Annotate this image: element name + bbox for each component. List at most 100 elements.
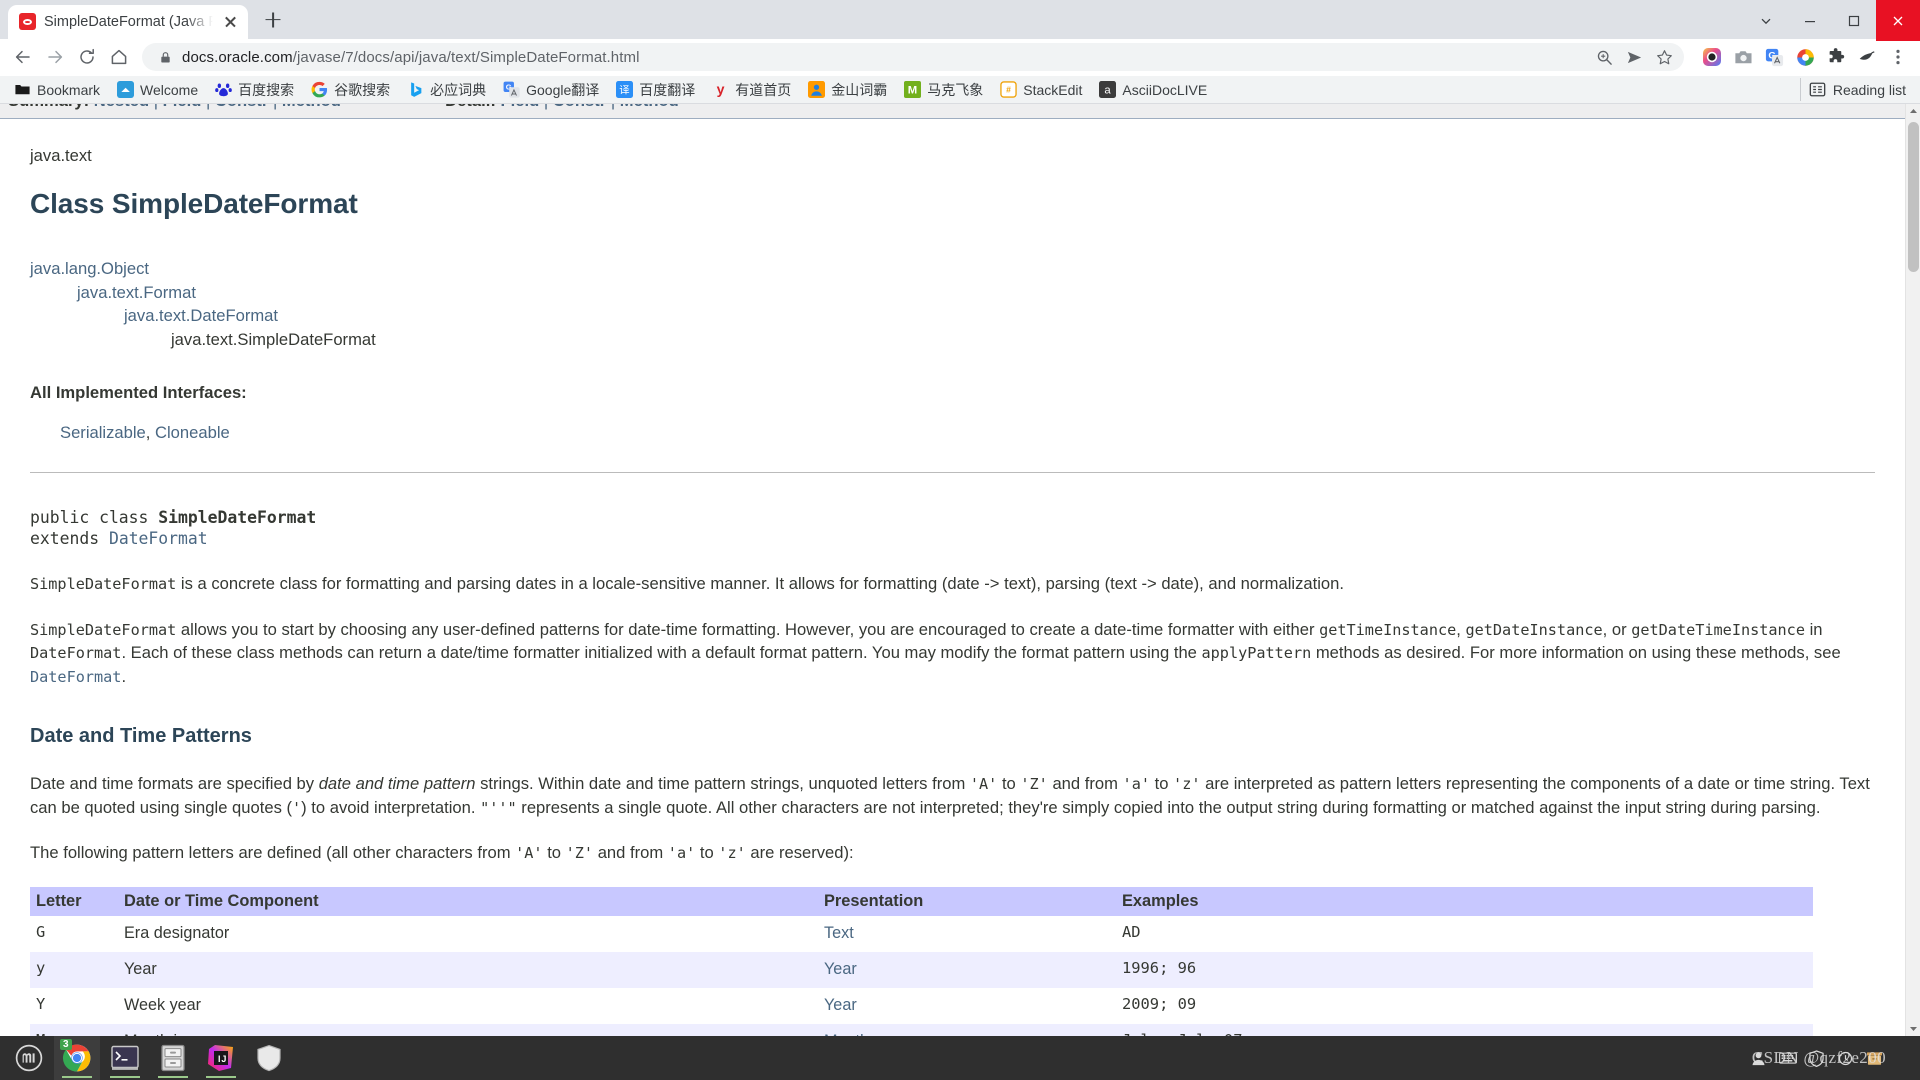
bookmark-bing-dict[interactable]: 必应词典 — [399, 77, 494, 103]
hierarchy-dateformat-link[interactable]: java.text.DateFormat — [124, 306, 278, 325]
page-scrollbar[interactable] — [1905, 104, 1920, 1036]
tab-search-chevron-down-icon[interactable] — [1744, 0, 1788, 41]
system-tray — [1750, 1049, 1914, 1067]
linux-mint-menu-icon[interactable] — [6, 1036, 52, 1080]
p3-code-z: 'z' — [1173, 774, 1201, 793]
scroll-down-arrow-icon[interactable] — [1906, 1021, 1920, 1036]
description-paragraph-1: SimpleDateFormat is a concrete class for… — [30, 572, 1875, 596]
bookmark-label: AsciiDocLIVE — [1122, 81, 1208, 98]
tab-close-icon[interactable] — [221, 12, 240, 31]
bookmark-google-search[interactable]: 谷歌搜索 — [303, 77, 398, 103]
scrollbar-thumb[interactable] — [1908, 122, 1919, 273]
bookmark-label: Google翻译 — [526, 81, 600, 98]
summary-field-link[interactable]: Field — [163, 104, 202, 110]
detail-constr-link[interactable]: Constr — [553, 104, 606, 110]
bookmark-baidu-translate[interactable]: 译 百度翻译 — [608, 77, 703, 103]
bookmark-asciidoclive[interactable]: a AsciiDocLIVE — [1091, 78, 1215, 101]
taskbar-item-intellij[interactable]: I J — [198, 1036, 244, 1080]
detail-method-link[interactable]: Method — [620, 104, 679, 110]
p2-text-5: . Each of these class methods can return… — [121, 643, 1202, 663]
p3-emphasis: date and time pattern — [318, 773, 476, 793]
user-icon[interactable] — [1750, 1049, 1768, 1067]
bookmark-google-translate[interactable]: G Google翻译 — [495, 77, 607, 103]
update-icon[interactable] — [1837, 1049, 1855, 1067]
bookmark-baidu-search[interactable]: 百度搜索 — [207, 77, 302, 103]
bookmark-welcome[interactable]: Welcome — [109, 78, 206, 101]
hierarchy-format-link[interactable]: java.text.Format — [77, 283, 196, 302]
minimize-icon[interactable] — [1788, 0, 1832, 41]
three-dot-menu-icon[interactable] — [1884, 43, 1912, 71]
col-header-presentation: Presentation — [818, 886, 1116, 916]
back-arrow-icon[interactable] — [8, 42, 38, 72]
new-tab-button[interactable] — [256, 3, 290, 37]
google-translate-icon[interactable]: G — [1760, 43, 1788, 71]
summary-nested-link[interactable]: Nested — [94, 104, 149, 110]
detail-field-link[interactable]: Field — [501, 104, 540, 110]
shield-icon[interactable] — [1808, 1049, 1826, 1067]
interface-cloneable-link[interactable]: Cloneable — [155, 423, 230, 442]
summary-constr-link[interactable]: Constr — [215, 104, 268, 110]
address-bar-text: docs.oracle.com/javase/7/docs/api/java/t… — [174, 49, 1590, 66]
bookmark-youdao[interactable]: y 有道首页 — [704, 77, 799, 103]
p3-text-1: Date and time formats are specified by — [30, 773, 319, 793]
address-bar[interactable]: docs.oracle.com/javase/7/docs/api/java/t… — [142, 43, 1684, 72]
puzzle-extensions-icon[interactable] — [1822, 43, 1850, 71]
home-icon[interactable] — [104, 42, 134, 72]
cell-presentation-link[interactable]: Text — [824, 924, 854, 942]
col-header-component: Date or Time Component — [118, 886, 818, 916]
archive-icon[interactable] — [1866, 1049, 1884, 1067]
window-close-icon[interactable] — [1876, 0, 1920, 41]
bookmark-bookmark[interactable]: Bookmark — [6, 78, 108, 101]
pin-extension-icon[interactable] — [1853, 43, 1881, 71]
p2-link-gettimeinstance[interactable]: getTimeInstance — [1319, 621, 1456, 639]
p4-text-3: and from — [593, 843, 668, 863]
screenshot-icon[interactable] — [1729, 43, 1757, 71]
bookmark-stackedit[interactable]: # StackEdit — [992, 78, 1090, 101]
table-row: Y Week year Year 2009; 09 — [30, 988, 1813, 1024]
maximize-icon[interactable] — [1832, 0, 1876, 41]
taskbar-item-shield[interactable] — [246, 1036, 292, 1080]
bookmarks-bar: Bookmark Welcome 百度搜索 谷歌搜索 必应词典 G Google… — [0, 76, 1920, 105]
hierarchy-object-link[interactable]: java.lang.Object — [30, 259, 149, 278]
summary-label: Summary: — [8, 104, 89, 110]
cell-presentation-link[interactable]: Year — [824, 996, 857, 1014]
clock[interactable] — [1895, 1052, 1906, 1065]
tab-simpledateformat[interactable]: SimpleDateFormat (Java Plat — [8, 4, 248, 39]
cell-letter: y — [30, 951, 118, 988]
p4-code-z: 'z' — [718, 844, 746, 863]
p3-text-7: ) to avoid interpretation. — [301, 797, 481, 817]
zoom-icon[interactable] — [1590, 43, 1618, 71]
p2-link-getdateinstance[interactable]: getDateInstance — [1465, 621, 1602, 639]
bookmark-iciba[interactable]: 金山词霸 — [800, 77, 895, 103]
stackedit-icon: # — [1000, 81, 1017, 98]
extensions-area: G — [1692, 43, 1912, 71]
send-icon[interactable] — [1620, 43, 1648, 71]
intellij-idea-icon: I J — [208, 1045, 233, 1071]
p2-link-applypattern[interactable]: applyPattern — [1202, 644, 1312, 662]
interface-serializable-link[interactable]: Serializable — [60, 423, 146, 442]
forward-arrow-icon[interactable] — [40, 42, 70, 72]
ring-color-icon[interactable] — [1791, 43, 1819, 71]
bookmark-star-icon[interactable] — [1650, 43, 1678, 71]
asciidoc-icon: a — [1099, 81, 1117, 99]
keyboard-icon[interactable] — [1778, 1049, 1797, 1067]
cell-presentation-link[interactable]: Year — [824, 960, 857, 978]
table-row: G Era designator Text AD — [30, 916, 1813, 952]
taskbar: 3 I J CSDN @qzf2e200 — [0, 1036, 1920, 1080]
taskbar-item-file-manager[interactable] — [150, 1036, 196, 1080]
chrome-window-count-badge: 3 — [60, 1039, 72, 1050]
bookmark-maxiang[interactable]: M 马克飞象 — [896, 77, 991, 103]
declaration-superclass-link[interactable]: DateFormat — [109, 529, 208, 548]
taskbar-item-terminal[interactable] — [102, 1036, 148, 1080]
summary-method-link[interactable]: Method — [282, 104, 341, 110]
bookmark-label: 谷歌搜索 — [334, 81, 391, 98]
bookmark-label: 百度翻译 — [639, 81, 696, 98]
p2-link-dateformat[interactable]: DateFormat — [30, 668, 121, 686]
reload-icon[interactable] — [72, 42, 102, 72]
p2-text-1: allows you to start by choosing any user… — [176, 619, 1320, 639]
taskbar-item-chrome[interactable]: 3 — [54, 1036, 100, 1080]
scroll-up-arrow-icon[interactable] — [1906, 104, 1920, 119]
p2-link-getdatetimeinstance[interactable]: getDateTimeInstance — [1631, 621, 1805, 639]
camera-color-icon[interactable] — [1698, 43, 1726, 71]
reading-list-button[interactable]: Reading list — [1799, 78, 1914, 102]
